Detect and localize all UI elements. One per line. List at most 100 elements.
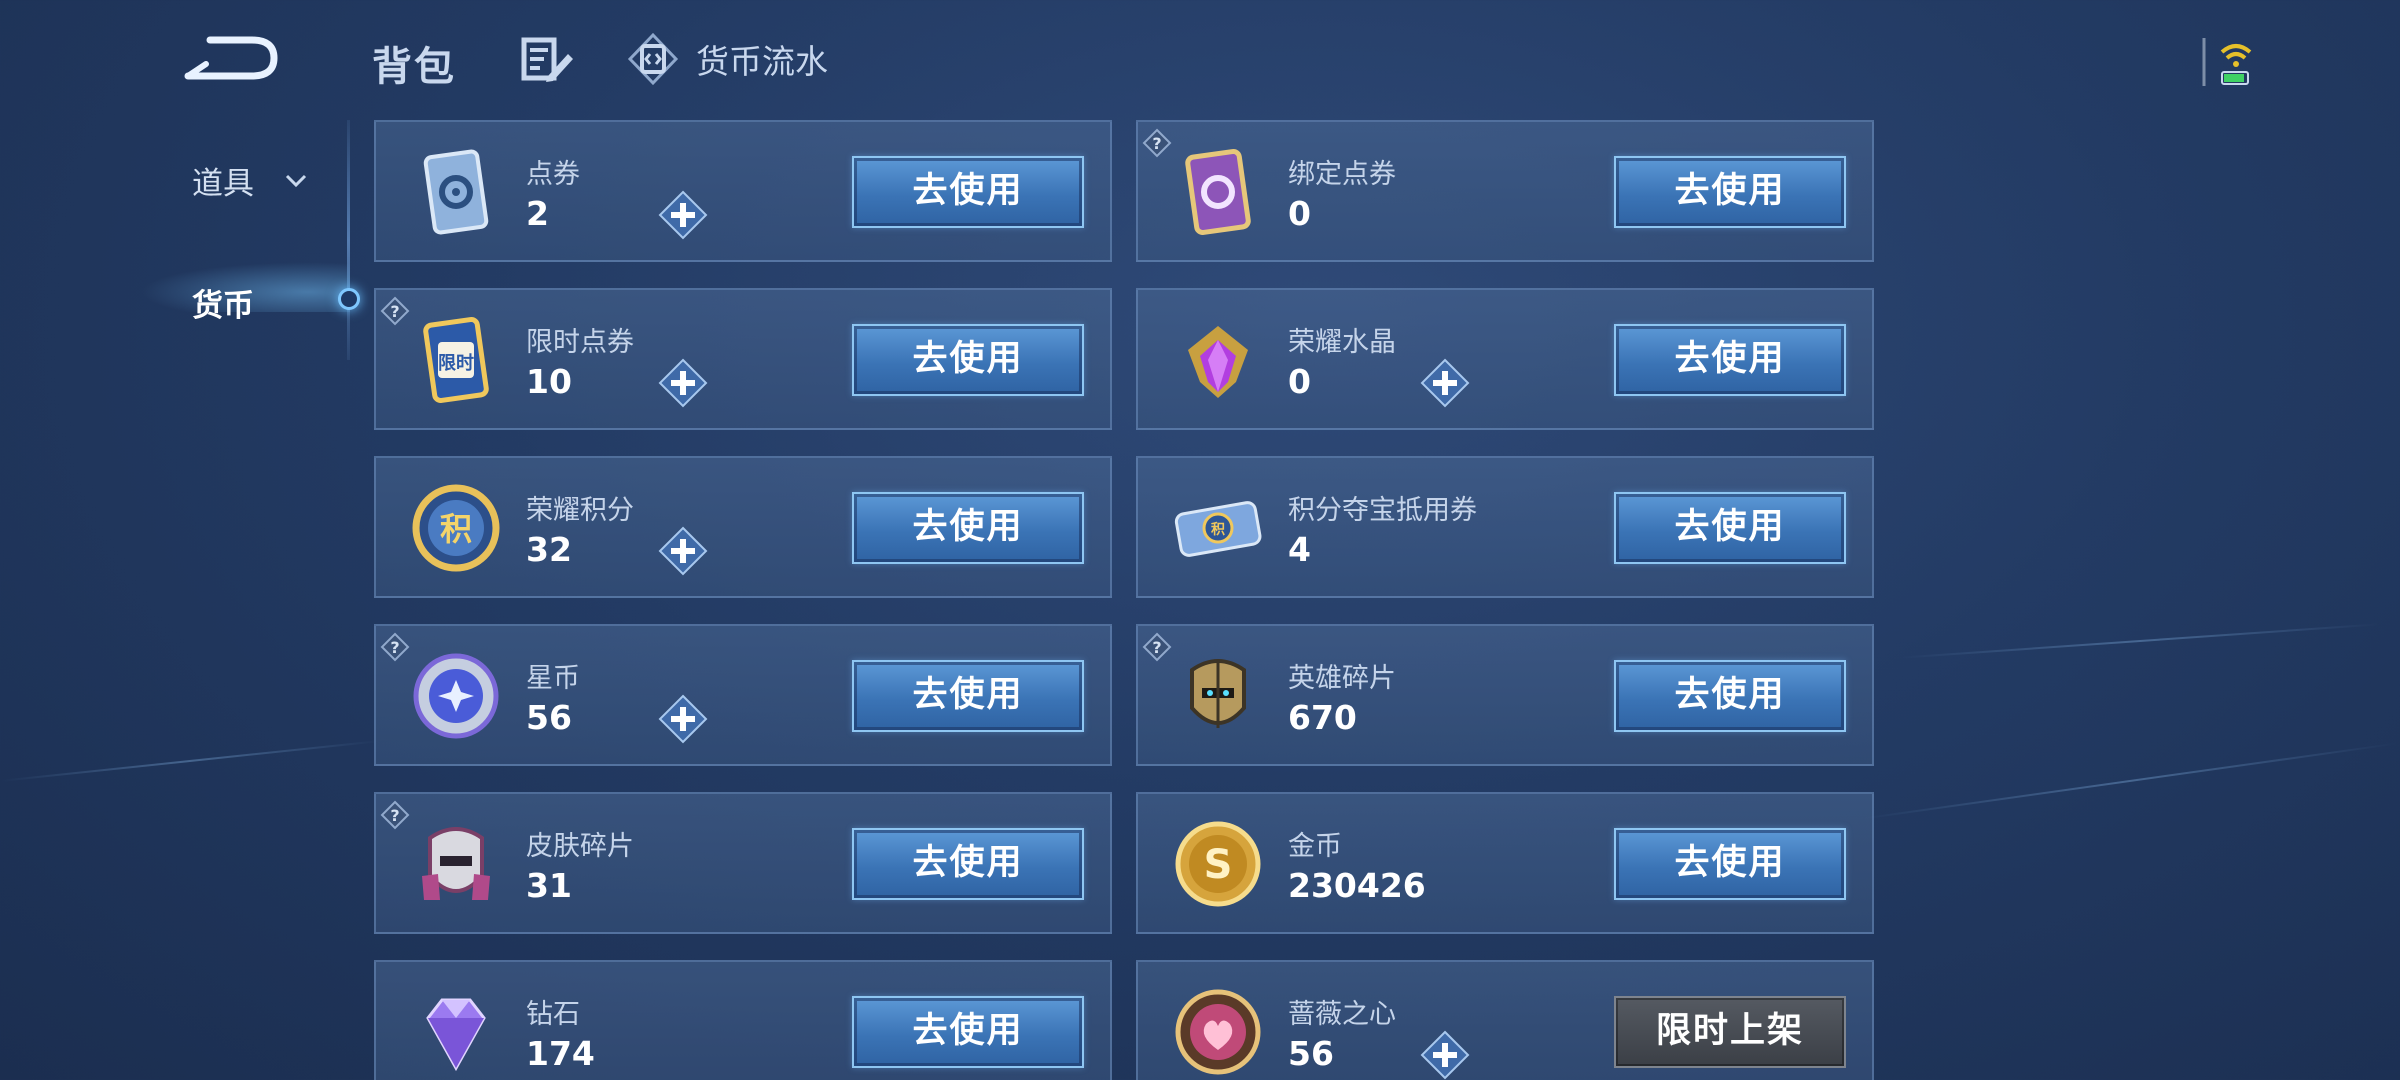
sidebar-active-indicator [338, 288, 360, 310]
svg-text:限时: 限时 [438, 353, 474, 374]
svg-text:积: 积 [440, 510, 472, 548]
back-arrow-icon [184, 36, 278, 80]
currency-card: ? 英雄碎片 670 去使用 [1136, 624, 1874, 766]
currency-card: S 金币 230426 去使用 [1136, 792, 1874, 934]
use-button[interactable]: 去使用 [1614, 828, 1846, 900]
edit-list-icon [521, 37, 573, 82]
currency-card: ? 绑定点券 0 去使用 [1136, 120, 1874, 262]
help-icon[interactable]: ? [1142, 632, 1172, 662]
currency-amount: 56 [1288, 1034, 1334, 1073]
currency-card: 钻石 174 去使用 [374, 960, 1112, 1080]
add-currency-button[interactable] [658, 190, 708, 240]
skin-fragment-icon [422, 827, 490, 900]
glory-points-icon: 积 [412, 484, 500, 572]
use-button[interactable]: 去使用 [1614, 660, 1846, 732]
svg-text:?: ? [390, 302, 399, 321]
currency-amount: 230426 [1288, 866, 1426, 905]
currency-amount: 174 [526, 1034, 595, 1073]
currency-name: 限时点券 [526, 327, 634, 358]
sidebar-item-label: 货币 [192, 288, 254, 324]
use-button[interactable]: 去使用 [852, 660, 1084, 732]
currency-name: 荣耀水晶 [1288, 327, 1396, 358]
use-button[interactable]: 去使用 [1614, 492, 1846, 564]
sidebar-divider [347, 120, 350, 360]
currency-card: 蔷薇之心 56 限时上架 [1136, 960, 1874, 1080]
currency-name: 积分夺宝抵用券 [1288, 495, 1477, 526]
use-button[interactable]: 去使用 [852, 492, 1084, 564]
currency-name: 皮肤碎片 [526, 831, 634, 862]
use-button[interactable]: 去使用 [1614, 156, 1846, 228]
currency-amount: 0 [1288, 194, 1311, 233]
back-button[interactable] [180, 34, 280, 84]
rose-heart-icon [1175, 989, 1261, 1075]
use-button[interactable]: 去使用 [852, 324, 1084, 396]
currency-name: 钻石 [526, 999, 580, 1030]
currency-name: 英雄碎片 [1288, 663, 1396, 694]
ticket-card-icon [423, 149, 489, 235]
currency-name: 星币 [526, 663, 580, 694]
points-voucher-icon: 积 [1174, 501, 1262, 557]
glory-crystal-icon [1188, 326, 1248, 398]
svg-text:S: S [1204, 842, 1233, 888]
bound-ticket-icon [1185, 149, 1251, 235]
currency-card: ? 皮肤碎片 31 去使用 [374, 792, 1112, 934]
use-button[interactable]: 去使用 [852, 156, 1084, 228]
svg-text:积: 积 [1211, 521, 1225, 538]
diamond-icon [426, 998, 486, 1072]
help-icon[interactable]: ? [1142, 128, 1172, 158]
svg-text:?: ? [1152, 638, 1161, 657]
ledger-icon [627, 32, 679, 86]
sidebar-item-label: 道具 [192, 166, 254, 202]
currency-amount: 31 [526, 866, 572, 905]
svg-text:?: ? [1152, 134, 1161, 153]
currency-name: 荣耀积分 [526, 495, 634, 526]
add-currency-button[interactable] [658, 694, 708, 744]
gold-coin-icon: S [1175, 821, 1261, 907]
use-button[interactable]: 去使用 [852, 996, 1084, 1068]
add-currency-button[interactable] [1420, 358, 1470, 408]
star-coin-icon [413, 653, 499, 739]
currency-name: 绑定点券 [1288, 159, 1396, 190]
network-status [2200, 34, 2270, 90]
sidebar-item-items[interactable]: 道具 [192, 158, 308, 203]
bg-streak [1900, 623, 2380, 659]
svg-text:?: ? [390, 638, 399, 657]
currency-amount: 670 [1288, 698, 1357, 737]
help-icon[interactable]: ? [380, 800, 410, 830]
currency-card: ? 限时 限时点券 10 去使用 [374, 288, 1112, 430]
currency-ledger-link[interactable]: 货币流水 [626, 32, 828, 86]
wifi-battery-icon [2202, 38, 2252, 86]
edit-button[interactable] [520, 36, 574, 84]
use-button[interactable]: 去使用 [852, 828, 1084, 900]
currency-card: 点券 2 去使用 [374, 120, 1112, 262]
sidebar-item-currency[interactable]: 货币 [192, 280, 254, 325]
currency-card: 荣耀水晶 0 去使用 [1136, 288, 1874, 430]
currency-amount: 10 [526, 362, 572, 401]
bg-streak [1862, 742, 2398, 820]
use-button[interactable]: 去使用 [1614, 324, 1846, 396]
currency-amount: 0 [1288, 362, 1311, 401]
add-currency-button[interactable] [1420, 1030, 1470, 1080]
add-currency-button[interactable] [658, 526, 708, 576]
chevron-down-icon [285, 174, 307, 187]
currency-name: 点券 [526, 159, 580, 190]
currency-card: 积 荣耀积分 32 去使用 [374, 456, 1112, 598]
ledger-label: 货币流水 [696, 42, 828, 81]
currency-amount: 2 [526, 194, 549, 233]
limited-listing-button[interactable]: 限时上架 [1614, 996, 1846, 1068]
currency-name: 金币 [1288, 831, 1342, 862]
currency-amount: 32 [526, 530, 572, 569]
svg-text:?: ? [390, 806, 399, 825]
currency-amount: 4 [1288, 530, 1311, 569]
currency-name: 蔷薇之心 [1288, 999, 1396, 1030]
currency-card: 积 积分夺宝抵用券 4 去使用 [1136, 456, 1874, 598]
help-icon[interactable]: ? [380, 296, 410, 326]
page-title: 背包 [372, 44, 456, 90]
hero-fragment-icon [1190, 659, 1246, 728]
add-currency-button[interactable] [658, 358, 708, 408]
currency-amount: 56 [526, 698, 572, 737]
bg-streak [0, 740, 380, 782]
limited-ticket-icon: 限时 [423, 317, 489, 403]
currency-card: ? 星币 56 去使用 [374, 624, 1112, 766]
help-icon[interactable]: ? [380, 632, 410, 662]
